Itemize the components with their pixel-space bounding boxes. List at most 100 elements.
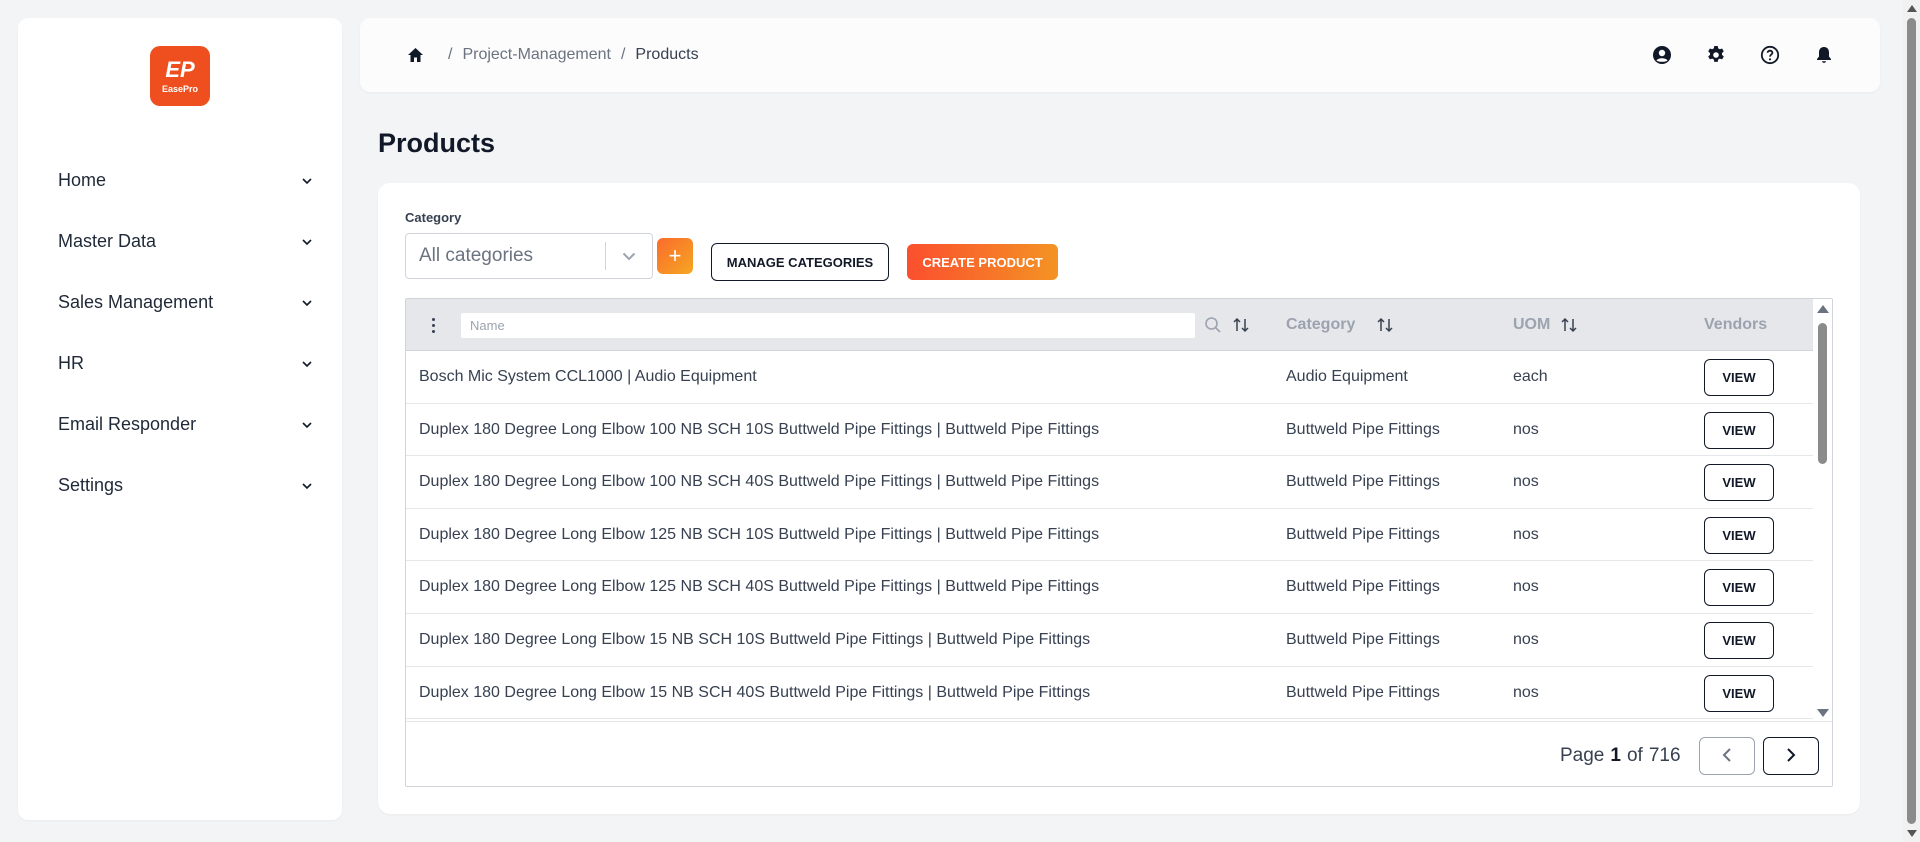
bell-icon[interactable]	[1814, 45, 1834, 65]
sort-category-icon[interactable]	[1376, 316, 1394, 334]
product-uom-cell: nos	[1513, 473, 1539, 491]
column-menu-icon[interactable]	[428, 315, 438, 335]
sidebar-item-master-data[interactable]: Master Data	[18, 211, 342, 272]
chevron-down-icon	[300, 235, 314, 249]
chevron-down-icon	[300, 357, 314, 371]
column-header-uom[interactable]: UOM	[1513, 299, 1550, 351]
chevron-down-icon	[300, 296, 314, 310]
products-grid: Category UOM Vendors Bosch Mic System CC…	[405, 298, 1833, 787]
create-product-button[interactable]: CREATE PRODUCT	[907, 244, 1058, 280]
product-name-cell: Duplex 180 Degree Long Elbow 100 NB SCH …	[419, 420, 1100, 438]
table-row[interactable]: Duplex 180 Degree Long Elbow 100 NB SCH …	[406, 404, 1814, 457]
category-select-value: All categories	[419, 245, 534, 266]
product-name-cell: Duplex 180 Degree Long Elbow 15 NB SCH 4…	[419, 683, 1091, 701]
table-row[interactable]: Duplex 180 Degree Long Elbow 100 NB SCH …	[406, 456, 1814, 509]
page-title: Products	[378, 128, 496, 158]
sidebar-item-hr[interactable]: HR	[18, 333, 342, 394]
scroll-up-icon[interactable]	[1907, 5, 1917, 12]
window-scrollbar[interactable]	[1903, 0, 1920, 842]
scroll-thumb[interactable]	[1818, 323, 1827, 464]
top-header: / Project-Management / Products	[360, 18, 1880, 92]
sidebar-item-label: Home	[58, 170, 107, 190]
breadcrumb-separator: /	[620, 46, 626, 63]
product-uom-cell: nos	[1513, 683, 1539, 701]
sidebar: EP EasePro Home Master Data Sales Manageme…	[18, 18, 342, 820]
search-icon[interactable]	[1204, 316, 1222, 334]
chevron-down-icon	[300, 479, 314, 493]
view-vendors-button[interactable]: VIEW	[1704, 411, 1774, 449]
category-select[interactable]: All categories	[405, 233, 653, 279]
breadcrumb-separator: /	[448, 46, 453, 63]
table-row[interactable]: Duplex 180 Degree Long Elbow 125 NB SCH …	[406, 509, 1814, 562]
product-category-cell: Buttweld Pipe Fittings	[1286, 683, 1440, 701]
chevron-down-icon	[300, 418, 314, 432]
sidebar-item-settings[interactable]: Settings	[18, 455, 342, 516]
scroll-down-icon[interactable]	[1817, 709, 1829, 717]
home-icon[interactable]	[406, 46, 424, 64]
product-category-cell: Buttweld Pipe Fittings	[1286, 578, 1440, 596]
view-vendors-button[interactable]: VIEW	[1704, 621, 1774, 659]
app-logo[interactable]: EP EasePro	[150, 46, 210, 106]
column-header-category[interactable]: Category	[1286, 299, 1355, 351]
table-row[interactable]: Duplex 180 Degree Long Elbow 15 NB SCH 4…	[406, 667, 1814, 720]
sidebar-item-home[interactable]: Home	[18, 150, 342, 211]
table-row[interactable]: Bosch Mic System CCL1000 | Audio Equipme…	[406, 351, 1814, 404]
grid-header: Category UOM Vendors	[406, 299, 1814, 351]
sidebar-nav: Home Master Data Sales Management HR Email R…	[18, 150, 342, 516]
product-name-cell: Duplex 180 Degree Long Elbow 15 NB SCH 1…	[419, 630, 1091, 648]
product-uom-cell: nos	[1513, 525, 1539, 543]
product-uom-cell: each	[1513, 368, 1548, 385]
sidebar-item-email-responder[interactable]: Email Responder	[18, 394, 342, 455]
breadcrumb-current: Products	[635, 46, 699, 63]
breadcrumb-parent[interactable]: Project-Management	[462, 46, 611, 64]
page-of-word: of	[1626, 744, 1643, 766]
product-category-cell: Buttweld Pipe Fittings	[1286, 420, 1440, 438]
manage-categories-button[interactable]: MANAGE CATEGORIES	[711, 243, 889, 281]
grid-body: Bosch Mic System CCL1000 | Audio Equipme…	[406, 351, 1814, 721]
product-category-cell: Buttweld Pipe Fittings	[1286, 630, 1440, 648]
product-uom-cell: nos	[1513, 630, 1539, 648]
page-current: 1	[1610, 744, 1621, 766]
sidebar-item-label: Sales Management	[58, 292, 214, 312]
header-actions	[1652, 18, 1834, 92]
view-vendors-button[interactable]: VIEW	[1704, 516, 1774, 554]
page-indicator: Page 1 of 716	[1560, 722, 1681, 786]
view-vendors-button[interactable]: VIEW	[1704, 569, 1774, 607]
next-page-button[interactable]	[1763, 737, 1819, 775]
previous-page-button[interactable]	[1699, 737, 1755, 775]
product-category-cell: Buttweld Pipe Fittings	[1286, 525, 1440, 543]
sidebar-item-label: HR	[58, 353, 84, 373]
page-total: 716	[1648, 744, 1681, 766]
user-icon[interactable]	[1652, 45, 1672, 65]
help-icon[interactable]	[1760, 45, 1780, 65]
table-row[interactable]: Duplex 180 Degree Long Elbow 15 NB SCH 1…	[406, 614, 1814, 667]
scroll-up-icon[interactable]	[1817, 305, 1829, 313]
chevron-right-icon	[1786, 747, 1796, 766]
view-vendors-button[interactable]: VIEW	[1704, 674, 1774, 712]
grid-scrollbar[interactable]	[1813, 299, 1832, 721]
sort-uom-icon[interactable]	[1560, 316, 1578, 334]
sort-name-icon[interactable]	[1232, 316, 1250, 334]
product-category-cell: Audio Equipment	[1286, 368, 1408, 385]
scroll-thumb[interactable]	[1907, 18, 1916, 824]
add-category-button[interactable]: +	[657, 238, 693, 274]
view-vendors-button[interactable]: VIEW	[1704, 359, 1774, 396]
page-word: Page	[1560, 744, 1605, 766]
gear-icon[interactable]	[1706, 45, 1726, 65]
view-vendors-button[interactable]: VIEW	[1704, 464, 1774, 502]
sidebar-item-label: Master Data	[58, 231, 157, 251]
logo-mark: EP	[165, 56, 195, 82]
sidebar-item-sales-management[interactable]: Sales Management	[18, 272, 342, 333]
products-card: Category All categories + MANAGE CATEGOR…	[378, 183, 1860, 814]
breadcrumb: / Project-Management / Products	[406, 18, 699, 92]
name-filter-input[interactable]	[460, 312, 1196, 339]
scroll-down-icon[interactable]	[1907, 830, 1917, 837]
product-name-cell: Duplex 180 Degree Long Elbow 100 NB SCH …	[419, 473, 1100, 491]
chevron-down-icon[interactable]	[606, 252, 652, 261]
table-row[interactable]: Duplex 180 Degree Long Elbow 125 NB SCH …	[406, 561, 1814, 614]
product-name-cell: Duplex 180 Degree Long Elbow 125 NB SCH …	[419, 525, 1100, 543]
sidebar-item-label: Settings	[58, 475, 124, 495]
product-category-cell: Buttweld Pipe Fittings	[1286, 473, 1440, 491]
column-header-vendors: Vendors	[1704, 316, 1768, 333]
sidebar-item-label: Email Responder	[58, 414, 197, 434]
